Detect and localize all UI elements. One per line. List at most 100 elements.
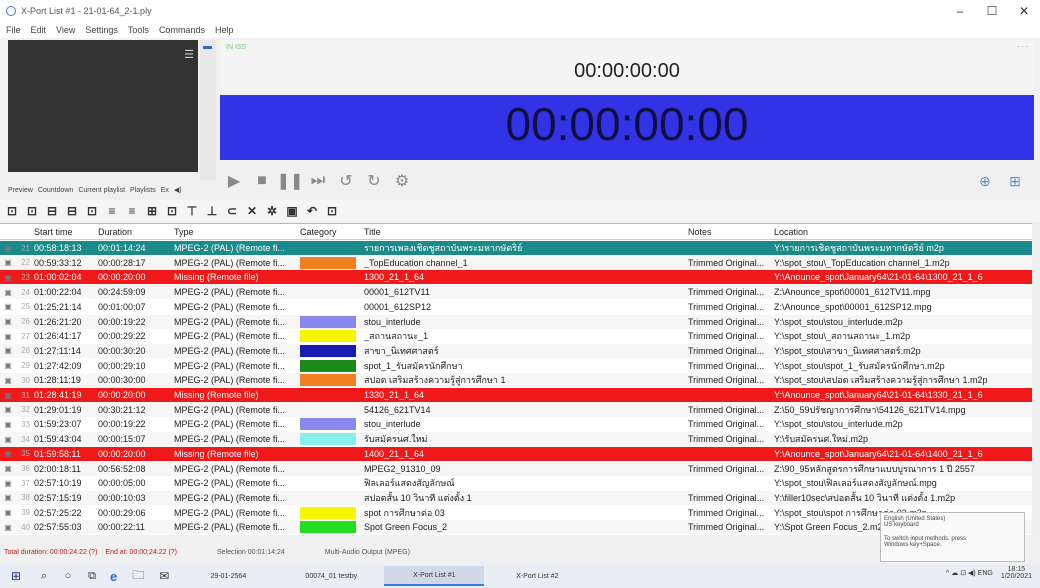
- playlist-row[interactable]: ▣ 40 02:57:55:03 00:00:22:11 MPEG-2 (PAL) (R…: [0, 520, 1032, 535]
- playlist-row[interactable]: ▣ 30 01:28:11:19 00:00:30:00 MPEG-2 (PAL) (R…: [0, 373, 1032, 388]
- task-view-icon[interactable]: ⧉: [80, 564, 104, 588]
- window-title: X-Port List #1 - 21-01-64_2-1.ply: [21, 6, 152, 16]
- clock-date[interactable]: 1/20/2021: [1001, 573, 1032, 580]
- col-location[interactable]: Location: [772, 227, 1032, 237]
- playlist-row[interactable]: ▣ 38 02:57:15:19 00:00:10:03 MPEG-2 (PAL) (R…: [0, 490, 1032, 505]
- menu-edit[interactable]: Edit: [31, 25, 47, 35]
- menu-settings[interactable]: Settings: [85, 25, 118, 35]
- playlist-row[interactable]: ▣ 33 01:59:23:07 00:00:19:22 MPEG-2 (PAL) (R…: [0, 417, 1032, 432]
- maximize-button[interactable]: ☐: [976, 0, 1008, 22]
- skip-icon[interactable]: ⏭: [304, 172, 332, 190]
- cell-title: spot_1_รับสมัครนักศึกษา: [364, 360, 463, 371]
- properties-icon[interactable]: ✲: [264, 204, 280, 218]
- cell-notes: Trimmed Original...: [688, 522, 765, 533]
- layout-icon[interactable]: ⊞: [1002, 170, 1028, 192]
- stop-icon[interactable]: ■: [248, 172, 276, 190]
- cell-category: [298, 433, 362, 446]
- cell-start-time: 00:58:18:13: [34, 243, 82, 253]
- toolbar-icon-2[interactable]: ⊡: [24, 204, 40, 218]
- col-notes[interactable]: Notes: [686, 227, 772, 237]
- toolbar-icon-5[interactable]: ⊡: [84, 204, 100, 218]
- file-explorer-icon[interactable]: 🗀: [126, 566, 150, 586]
- col-category[interactable]: Category: [298, 227, 362, 237]
- tab-playlists[interactable]: Playlists: [130, 187, 156, 194]
- toolbar-icon-6[interactable]: ≡: [104, 204, 120, 218]
- playlist-row[interactable]: ▣ 37 02:57:10:19 00:00:05:00 MPEG-2 (PAL) (R…: [0, 476, 1032, 491]
- playlist-row[interactable]: ▣ 29 01:27:42:09 00:00:29:10 MPEG-2 (PAL) (R…: [0, 358, 1032, 373]
- delete-icon[interactable]: ⊞: [144, 204, 160, 218]
- settings-icon[interactable]: ⚙: [388, 171, 416, 191]
- playlist-row[interactable]: ▣ 35 01:59:58:11 00:00:20:00 Missing (Remote…: [0, 446, 1032, 461]
- playlist-row[interactable]: ▣ 28 01:27:11:14 00:00:30:20 MPEG-2 (PAL) (R…: [0, 343, 1032, 358]
- cell-title: 1300_21_1_64: [364, 272, 425, 283]
- playlist-row[interactable]: ▣ 39 02:57:25:22 00:00:29:06 MPEG-2 (PAL) (R…: [0, 505, 1032, 520]
- toolbar-icon-7[interactable]: ≡: [124, 204, 140, 218]
- playlist-row[interactable]: ▣ 23 01:00:02:04 00:00:20:00 Missing (Remote…: [0, 270, 1032, 285]
- tab-countdown[interactable]: Countdown: [38, 187, 73, 194]
- playlist-row[interactable]: ▣ 34 01:59:43:04 00:00:15:07 MPEG-2 (PAL) (R…: [0, 432, 1032, 447]
- category-color-swatch: [300, 256, 356, 269]
- toolbar-icon-1[interactable]: ⊡: [4, 204, 20, 218]
- toolbar-icon-17[interactable]: ⊡: [324, 204, 340, 218]
- vertical-scrollbar[interactable]: [1032, 223, 1040, 535]
- playlist-row[interactable]: ▣ 24 01:00:22:04 00:24:59:09 MPEG-2 (PAL) (R…: [0, 285, 1032, 300]
- row-index: 34: [21, 434, 30, 444]
- cell-duration: 00:00:29:22: [98, 331, 146, 342]
- playlist-row[interactable]: ▣ 21 00:58:18:13 00:01:14:24 MPEG-2 (PAL) (R…: [0, 241, 1032, 255]
- playlist-row[interactable]: ▣ 27 01:26:41:17 00:00:29:22 MPEG-2 (PAL) (R…: [0, 329, 1032, 344]
- taskbar-folder-app-2[interactable]: 00074_01 testby: [281, 566, 381, 586]
- playlist-row[interactable]: ▣ 36 02:00:18:11 00:56:52:08 MPEG-2 (PAL) (R…: [0, 461, 1032, 476]
- speaker-icon[interactable]: ◀): [174, 186, 182, 194]
- playlist-row[interactable]: ▣ 26 01:26:21:20 00:00:19:22 MPEG-2 (PAL) (R…: [0, 314, 1032, 329]
- tray-icons[interactable]: ^ ☁ ⊡ ◀) ENG: [946, 569, 993, 577]
- edge-icon[interactable]: e: [104, 566, 123, 586]
- taskbar-folder-app[interactable]: 29-01-2564: [178, 566, 278, 586]
- playlist-row[interactable]: ▣ 31 01:28:41:19 00:00:20:00 Missing (Remote…: [0, 388, 1032, 402]
- toolbar-icon-15[interactable]: ▣: [284, 204, 300, 218]
- globe-icon[interactable]: ⊕: [972, 170, 998, 192]
- menu-file[interactable]: File: [6, 25, 21, 35]
- taskbar: ⊞ ⌕ ○ ⧉ e 🗀 ✉ 29-01-2564 00074_01 testby…: [0, 564, 1040, 588]
- toolbar-icon-4[interactable]: ⊟: [64, 204, 80, 218]
- tab-ex[interactable]: Ex: [161, 187, 169, 194]
- minimize-button[interactable]: –: [944, 0, 976, 22]
- menu-commands[interactable]: Commands: [159, 25, 205, 35]
- refresh-icon[interactable]: ↻: [360, 171, 388, 191]
- tab-current-playlist[interactable]: Current playlist: [78, 187, 125, 194]
- mail-icon[interactable]: ✉: [153, 566, 175, 586]
- playlist-row[interactable]: ▣ 32 01:29:01:19 00:30:21:12 MPEG-2 (PAL) (R…: [0, 402, 1032, 417]
- loop-item-icon[interactable]: ⊂: [224, 204, 240, 218]
- playlist-row[interactable]: ▣ 25 01:25:21:14 00:01:00:07 MPEG-2 (PAL) (R…: [0, 299, 1032, 314]
- cell-location: Z:\50_59ปรัชญาการศึกษา\54126_621TV14.mpg: [774, 404, 966, 415]
- move-bottom-icon[interactable]: ⊥: [204, 204, 220, 218]
- cortana-icon[interactable]: ○: [56, 564, 80, 588]
- col-duration[interactable]: Duration: [96, 227, 172, 237]
- col-start-time[interactable]: Start time: [32, 227, 96, 237]
- hamburger-icon[interactable]: ☰: [184, 48, 194, 61]
- menu-view[interactable]: View: [56, 25, 75, 35]
- cell-start-time: 01:59:23:07: [34, 419, 82, 430]
- taskbar-xport-2[interactable]: X-Port List #2: [487, 566, 587, 586]
- menu-tools[interactable]: Tools: [128, 25, 149, 35]
- loop-icon[interactable]: ↺: [332, 171, 360, 191]
- playlist-row[interactable]: ▣ 22 00:59:33:12 00:00:28:17 MPEG-2 (PAL) (R…: [0, 255, 1032, 270]
- volume-meter[interactable]: [200, 40, 216, 180]
- clock-time[interactable]: 18:15: [1008, 566, 1026, 573]
- remove-icon[interactable]: ✕: [244, 204, 260, 218]
- row-media-icon: ▣: [4, 464, 12, 473]
- col-type[interactable]: Type: [172, 227, 298, 237]
- undo-icon[interactable]: ↶: [304, 204, 320, 218]
- taskbar-xport-1[interactable]: X-Port List #1: [384, 566, 485, 586]
- cell-duration: 00:00:30:00: [98, 375, 146, 386]
- close-button[interactable]: ✕: [1008, 0, 1040, 22]
- pause-icon[interactable]: ❚❚: [276, 171, 304, 191]
- col-title[interactable]: Title: [362, 227, 686, 237]
- menu-help[interactable]: Help: [215, 25, 234, 35]
- toolbar-icon-3[interactable]: ⊟: [44, 204, 60, 218]
- tab-preview[interactable]: Preview: [8, 187, 33, 194]
- play-icon[interactable]: ▶: [220, 171, 248, 191]
- toolbar-icon-9[interactable]: ⊡: [164, 204, 180, 218]
- windows-start-icon[interactable]: ⊞: [0, 564, 32, 588]
- move-top-icon[interactable]: ⊤: [184, 204, 200, 218]
- search-icon[interactable]: ⌕: [32, 564, 56, 588]
